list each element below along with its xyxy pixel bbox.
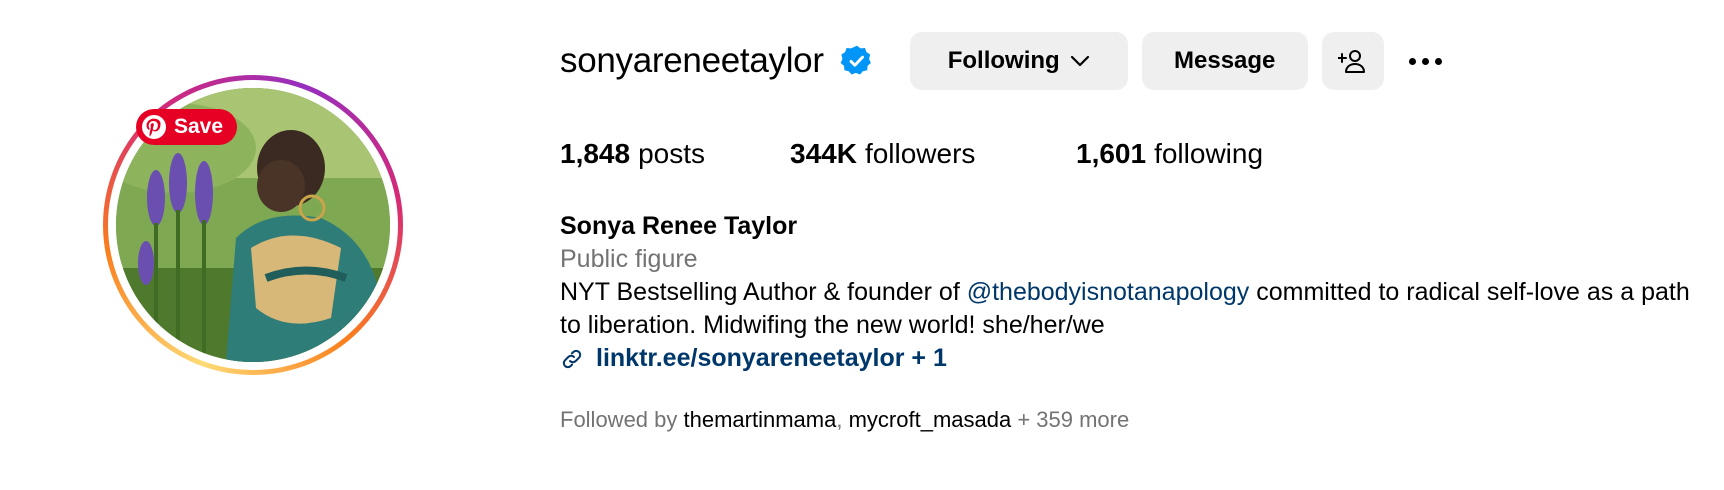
add-person-icon (1337, 50, 1365, 73)
posts-count: 1,848 posts (560, 138, 706, 169)
bio-text: NYT Bestselling Author & founder of @the… (560, 278, 1690, 339)
external-link[interactable]: linktr.ee/sonyareneetaylor + 1 (560, 342, 1710, 375)
chevron-down-icon (1070, 55, 1089, 67)
profile-bio: Sonya Renee Taylor Public figure NYT Bes… (560, 210, 1710, 375)
category-label: Public figure (560, 245, 698, 273)
message-button[interactable]: Message (1141, 32, 1308, 90)
pinterest-save-button[interactable]: Save (136, 109, 238, 145)
following-button-label: Following (947, 47, 1060, 74)
link-icon (562, 349, 582, 368)
following-link[interactable]: 1,601 following (1076, 138, 1263, 170)
following-button[interactable]: Following (909, 32, 1128, 90)
verified-badge-icon (840, 45, 871, 75)
followers-link[interactable]: 344K followers (790, 138, 1076, 170)
external-link-label: linktr.ee/sonyareneetaylor + 1 (596, 344, 947, 372)
bio-mention-link[interactable]: @thebodyisnotanapology (967, 278, 1250, 306)
followed-by-user[interactable]: themartinmama (684, 407, 837, 432)
followed-by-more: + 359 more (1011, 407, 1130, 432)
profile-stats: 1,848 posts 344K followers 1,601 following (560, 138, 1263, 170)
full-name: Sonya Renee Taylor (560, 212, 798, 240)
followed-by[interactable]: Followed by themartinmama, mycroft_masad… (560, 407, 1129, 433)
message-button-label: Message (1174, 47, 1276, 74)
suggested-accounts-button[interactable] (1321, 32, 1384, 90)
followed-by-user[interactable]: mycroft_masada (849, 407, 1012, 432)
pinterest-icon (142, 115, 166, 139)
pinterest-save-label: Save (174, 115, 224, 138)
username: sonyareneetaylor (560, 41, 824, 80)
more-options-icon[interactable] (1402, 32, 1450, 90)
profile-header: sonyareneetaylor Following Message (560, 32, 1450, 90)
